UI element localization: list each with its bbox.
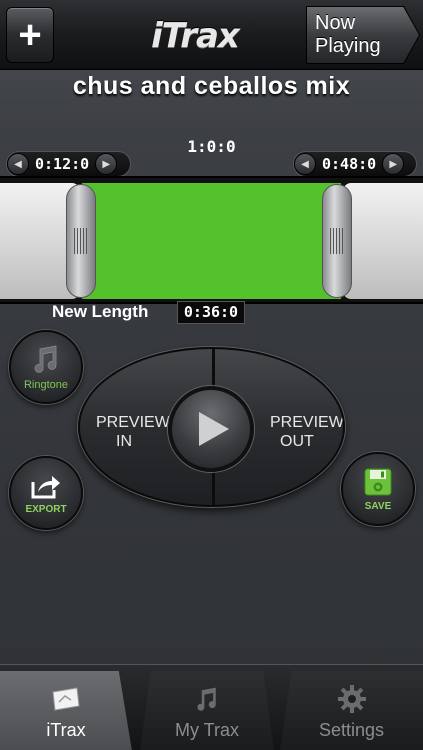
preview-out-button[interactable]: PREVIEW OUT bbox=[270, 413, 344, 451]
itrax-card-icon bbox=[50, 684, 82, 714]
skip-back-icon: ◀ bbox=[301, 158, 309, 170]
plus-icon: + bbox=[18, 13, 42, 57]
end-skip-back-button[interactable]: ◀ bbox=[294, 153, 316, 175]
grip-icon bbox=[74, 228, 88, 254]
tab-label: My Trax bbox=[174, 720, 239, 740]
preview-in-line2: IN bbox=[116, 433, 132, 450]
now-playing-button[interactable]: Now Playing bbox=[307, 7, 419, 63]
new-length-label: New Length bbox=[52, 302, 149, 321]
music-note-icon bbox=[34, 345, 57, 373]
end-time: 0:48:0 bbox=[322, 155, 377, 173]
add-track-button[interactable]: + bbox=[6, 7, 54, 63]
preview-out-line2: OUT bbox=[280, 433, 314, 450]
itrax-app: + iTrax Now Playing chus and ceballos mi… bbox=[0, 0, 423, 750]
ringtone-label: Ringtone bbox=[23, 379, 69, 391]
tab-itrax[interactable]: iTrax bbox=[0, 671, 132, 750]
tab-bar: iTrax My Trax Settings bbox=[0, 664, 423, 750]
tab-label: iTrax bbox=[46, 720, 86, 740]
tab-my-trax[interactable]: My Trax bbox=[140, 671, 274, 750]
new-length-value: 0:36:0 bbox=[177, 301, 245, 324]
trim-outside-right bbox=[343, 183, 423, 299]
trim-start-handle[interactable] bbox=[66, 184, 96, 298]
export-label: EXPORT bbox=[25, 503, 67, 515]
tab-settings[interactable]: Settings bbox=[280, 671, 423, 750]
export-button[interactable]: EXPORT bbox=[9, 456, 83, 530]
preview-in-button[interactable]: PREVIEW IN bbox=[96, 413, 170, 451]
top-bar: + iTrax Now Playing bbox=[0, 0, 423, 70]
play-button[interactable] bbox=[168, 386, 254, 472]
music-note-icon bbox=[191, 684, 223, 714]
trim-selection bbox=[82, 183, 341, 299]
start-time-control: ◀ 0:12:0 ▶ bbox=[6, 151, 131, 177]
save-button[interactable]: SAVE bbox=[341, 452, 415, 526]
trim-end-handle[interactable] bbox=[322, 184, 352, 298]
skip-forward-icon: ▶ bbox=[389, 158, 398, 170]
trim-selector bbox=[0, 176, 423, 304]
skip-back-icon: ◀ bbox=[14, 158, 22, 170]
end-skip-forward-button[interactable]: ▶ bbox=[382, 153, 405, 175]
preview-in-line1: PREVIEW bbox=[96, 414, 170, 431]
end-time-control: ◀ 0:48:0 ▶ bbox=[293, 151, 417, 177]
gear-icon bbox=[336, 684, 368, 714]
start-skip-forward-button[interactable]: ▶ bbox=[95, 153, 118, 175]
track-title: chus and ceballos mix bbox=[72, 72, 351, 100]
preview-out-line1: PREVIEW bbox=[270, 414, 344, 431]
new-length-row: New Length 0:36:0 bbox=[0, 300, 423, 324]
ringtone-button[interactable]: Ringtone bbox=[9, 330, 83, 404]
app-logo: iTrax bbox=[151, 16, 240, 56]
play-icon bbox=[199, 412, 229, 446]
grip-icon bbox=[330, 228, 344, 254]
tab-label: Settings bbox=[318, 720, 385, 740]
start-skip-back-button[interactable]: ◀ bbox=[7, 153, 29, 175]
save-label: SAVE bbox=[364, 500, 392, 512]
start-time: 0:12:0 bbox=[35, 155, 90, 173]
floppy-disk-icon bbox=[364, 468, 392, 495]
export-icon bbox=[31, 475, 60, 498]
skip-forward-icon: ▶ bbox=[102, 158, 111, 170]
